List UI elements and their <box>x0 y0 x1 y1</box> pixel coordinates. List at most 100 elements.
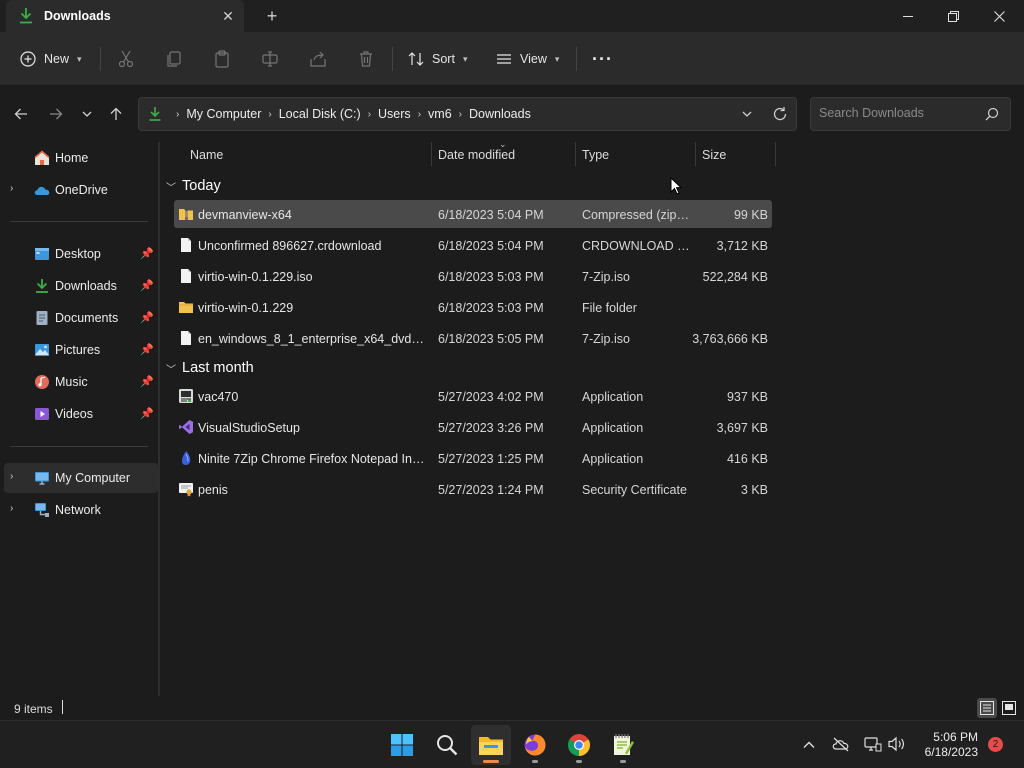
taskbar-search-button[interactable] <box>427 725 467 765</box>
file-row[interactable]: virtio-win-0.1.229 6/18/2023 5:03 PM Fil… <box>174 293 772 321</box>
arrow-right-icon <box>50 108 63 120</box>
nav-item-desktop[interactable]: Desktop 📌 <box>4 239 158 269</box>
pin-icon[interactable]: 📌 <box>140 343 154 356</box>
nav-item-home[interactable]: Home <box>4 143 158 173</box>
more-options-button[interactable]: ··· <box>592 44 613 74</box>
cut-icon[interactable] <box>116 49 136 69</box>
file-icon <box>181 238 191 252</box>
group-header-last-month[interactable]: ﹀ Last month <box>166 356 254 380</box>
new-button[interactable]: New ▾ <box>20 44 82 74</box>
column-header-date[interactable]: Date modified ⌄ <box>432 139 574 166</box>
tiles-view-button[interactable] <box>999 698 1019 718</box>
breadcrumb-local-disk[interactable]: Local Disk (C:) <box>279 107 361 121</box>
pictures-icon <box>35 344 49 356</box>
volume-icon[interactable] <box>888 736 906 752</box>
pin-icon[interactable]: 📌 <box>140 311 154 324</box>
rename-icon[interactable] <box>260 49 280 69</box>
sort-button[interactable]: Sort ▾ <box>408 44 467 74</box>
start-button[interactable] <box>382 725 422 765</box>
minimize-button[interactable] <box>885 0 931 32</box>
recent-locations-button[interactable] <box>75 104 99 124</box>
status-divider <box>62 700 63 714</box>
breadcrumb: › My Computer › Local Disk (C:) › Users … <box>169 107 531 121</box>
pin-icon[interactable]: 📌 <box>140 247 154 260</box>
delete-icon[interactable] <box>356 49 376 69</box>
nav-item-downloads[interactable]: Downloads 📌 <box>4 271 158 301</box>
file-row[interactable]: penis 5/27/2023 1:24 PM Security Certifi… <box>174 475 772 503</box>
restore-icon <box>947 10 959 22</box>
taskbar-firefox[interactable] <box>515 725 555 765</box>
forward-button[interactable] <box>44 104 68 124</box>
new-tab-button[interactable]: + <box>262 6 282 26</box>
tab-downloads[interactable]: Downloads ✕ <box>6 0 244 32</box>
file-row[interactable]: Unconfirmed 896627.crdownload 6/18/2023 … <box>174 231 772 259</box>
nav-item-label: Documents <box>55 311 119 325</box>
nav-item-videos[interactable]: Videos 📌 <box>4 399 158 429</box>
file-size: 937 KB <box>726 390 768 404</box>
group-header-today[interactable]: ﹀ Today <box>166 174 221 198</box>
nav-divider <box>10 221 148 222</box>
share-icon[interactable] <box>308 49 328 69</box>
file-row[interactable]: vac470 5/27/2023 4:02 PM Application 937… <box>174 382 772 410</box>
file-size: 522,284 KB <box>702 270 768 284</box>
address-bar[interactable]: › My Computer › Local Disk (C:) › Users … <box>138 97 797 131</box>
breadcrumb-vm6[interactable]: vm6 <box>428 107 452 121</box>
nav-item-music[interactable]: Music 📌 <box>4 367 158 397</box>
show-hidden-icons-icon[interactable] <box>802 738 816 752</box>
up-button[interactable] <box>104 104 128 124</box>
column-header-label: Type <box>582 148 610 162</box>
taskbar-notepad-plus-plus[interactable] <box>603 725 643 765</box>
pin-icon[interactable]: 📌 <box>140 375 154 388</box>
file-name: virtio-win-0.1.229 <box>198 301 294 315</box>
chevron-down-icon: ﹀ <box>166 182 176 194</box>
nav-item-onedrive[interactable]: › OneDrive <box>4 175 158 205</box>
file-row[interactable]: en_windows_8_1_enterprise_x64_dvd_297190… <box>174 324 772 352</box>
paste-icon[interactable] <box>212 49 232 69</box>
certificate-icon <box>179 483 193 497</box>
back-button[interactable] <box>9 104 33 124</box>
pin-icon[interactable]: 📌 <box>140 279 154 292</box>
chevron-right-icon[interactable]: › <box>10 183 13 194</box>
breadcrumb-users[interactable]: Users <box>378 107 411 121</box>
nav-item-my-computer[interactable]: › My Computer <box>4 463 158 493</box>
nav-item-network[interactable]: › Network <box>4 495 158 525</box>
file-row[interactable]: Ninite 7Zip Chrome Firefox Notepad Insta… <box>174 444 772 472</box>
file-row[interactable]: virtio-win-0.1.229.iso 6/18/2023 5:03 PM… <box>174 262 772 290</box>
search-icon[interactable] <box>985 107 999 121</box>
nav-item-pictures[interactable]: Pictures 📌 <box>4 335 158 365</box>
clock[interactable]: 5:06 PM 6/18/2023 <box>912 730 978 760</box>
column-header-type[interactable]: Type <box>576 142 694 166</box>
chevron-down-icon[interactable] <box>740 107 754 121</box>
chevron-right-icon[interactable]: › <box>10 503 13 514</box>
file-name: penis <box>198 483 228 497</box>
search-input[interactable] <box>819 106 979 120</box>
details-view-button[interactable] <box>977 698 997 718</box>
breadcrumb-downloads[interactable]: Downloads <box>469 107 531 121</box>
network-tray-icon[interactable] <box>864 736 882 752</box>
notification-badge[interactable]: 2 <box>988 737 1003 752</box>
file-date: 5/27/2023 1:24 PM <box>438 483 544 497</box>
column-resize-handle[interactable] <box>775 142 776 166</box>
tab-close-button[interactable]: ✕ <box>218 6 238 26</box>
file-row[interactable]: devmanview-x64 6/18/2023 5:04 PM Compres… <box>174 200 772 228</box>
column-header-name[interactable]: Name <box>180 142 430 166</box>
sort-button-label: Sort <box>432 52 455 66</box>
search-box[interactable] <box>810 97 1011 131</box>
chevron-right-icon[interactable]: › <box>10 471 13 482</box>
nav-item-documents[interactable]: Documents 📌 <box>4 303 158 333</box>
close-window-button[interactable] <box>976 0 1022 32</box>
view-button[interactable]: View ▾ <box>496 44 559 74</box>
restore-button[interactable] <box>930 0 976 32</box>
file-type: Security Certificate <box>582 483 687 497</box>
file-size: 99 KB <box>733 208 768 222</box>
taskbar-file-explorer[interactable] <box>471 725 511 765</box>
file-name: vac470 <box>198 390 239 404</box>
onedrive-tray-icon[interactable] <box>832 736 850 752</box>
column-header-size[interactable]: Size <box>696 142 774 166</box>
refresh-icon[interactable] <box>772 106 788 122</box>
copy-icon[interactable] <box>164 49 184 69</box>
breadcrumb-my-computer[interactable]: My Computer <box>186 107 261 121</box>
file-row[interactable]: VisualStudioSetup 5/27/2023 3:26 PM Appl… <box>174 413 772 441</box>
taskbar-chrome[interactable] <box>559 725 599 765</box>
pin-icon[interactable]: 📌 <box>140 407 154 420</box>
